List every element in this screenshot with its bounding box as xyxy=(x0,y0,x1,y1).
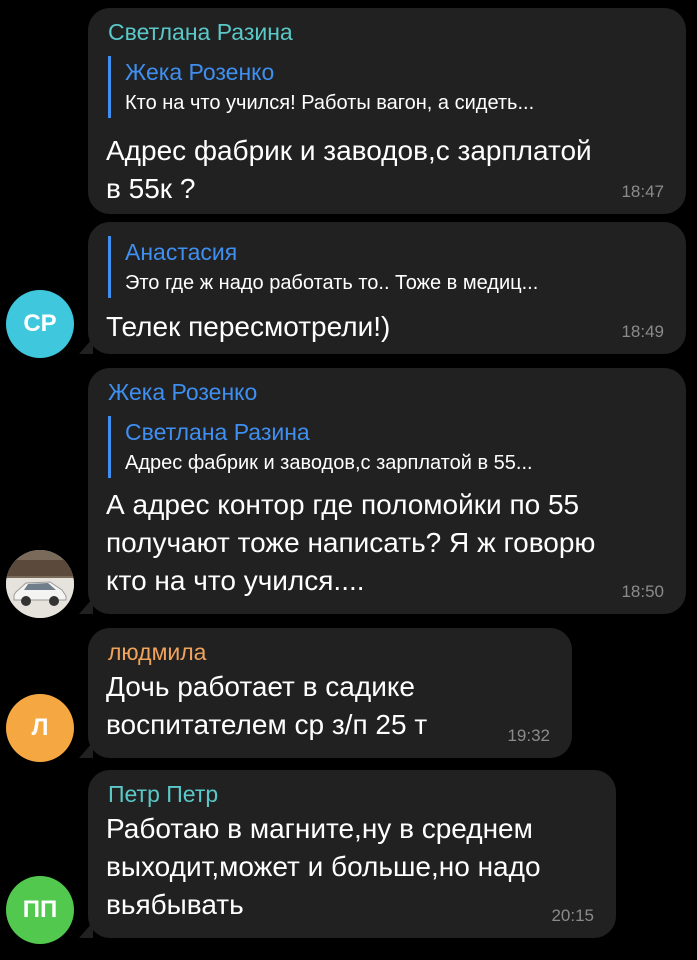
bubble-tail xyxy=(79,742,93,758)
message-time: 20:15 xyxy=(551,906,594,925)
reply-author: Светлана Разина xyxy=(125,419,310,445)
message-time: 19:32 xyxy=(507,726,550,745)
message-bubble[interactable]: людмила Дочь работает в садике воспитате… xyxy=(79,628,572,758)
reply-snippet: Адрес фабрик и заводов,с зарплатой в 55.… xyxy=(125,452,533,474)
message-text: А адрес контор где поломойки по 55 получ… xyxy=(106,489,596,596)
reply-quote[interactable]: Анастасия Это где ж надо работать то.. Т… xyxy=(108,236,668,298)
message-text: Работаю в магните,ну в среднем выходит,м… xyxy=(106,813,541,920)
message-bubble[interactable]: Жека Розенко Светлана Разина Адрес фабри… xyxy=(79,368,686,614)
reply-snippet: Кто на что учился! Работы вагон, а сидет… xyxy=(125,92,535,114)
message-time: 18:50 xyxy=(621,582,664,601)
message-bubble[interactable]: Светлана Разина Жека Розенко Кто на что … xyxy=(88,8,686,214)
avatar-initials: СР xyxy=(23,310,57,337)
avatar[interactable]: ПП xyxy=(6,876,74,944)
avatar[interactable]: Л xyxy=(6,694,74,762)
reply-quote[interactable]: Жека Розенко Кто на что учился! Работы в… xyxy=(108,56,668,118)
reply-author: Жека Розенко xyxy=(125,59,275,85)
avatar[interactable] xyxy=(6,550,74,618)
bubble-tail xyxy=(79,922,93,938)
avatar[interactable]: СР xyxy=(6,290,74,358)
message-text: Дочь работает в садике воспитателем ср з… xyxy=(106,671,428,740)
sender-name[interactable]: Светлана Разина xyxy=(108,18,293,46)
avatar-initials: Л xyxy=(31,714,49,741)
sender-name[interactable]: людмила xyxy=(108,638,206,666)
reply-snippet: Это где ж надо работать то.. Тоже в меди… xyxy=(125,272,539,294)
message-time: 18:49 xyxy=(621,322,664,341)
message-bubble[interactable]: Анастасия Это где ж надо работать то.. Т… xyxy=(79,222,686,354)
message-text: Адрес фабрик и заводов,с зарплатой в 55к… xyxy=(106,135,592,204)
message-time: 18:47 xyxy=(621,182,664,201)
message-text: Телек пересмотрели!) xyxy=(106,311,391,342)
bubble-tail xyxy=(79,598,93,614)
sender-name[interactable]: Жека Розенко xyxy=(108,378,257,406)
bubble-tail xyxy=(79,338,93,354)
reply-author: Анастасия xyxy=(125,239,238,265)
reply-quote[interactable]: Светлана Разина Адрес фабрик и заводов,с… xyxy=(108,416,668,478)
avatar-initials: ПП xyxy=(22,896,58,923)
message-bubble[interactable]: Петр Петр Работаю в магните,ну в среднем… xyxy=(79,770,616,938)
sender-name[interactable]: Петр Петр xyxy=(108,780,218,808)
car-photo-icon xyxy=(6,550,74,618)
